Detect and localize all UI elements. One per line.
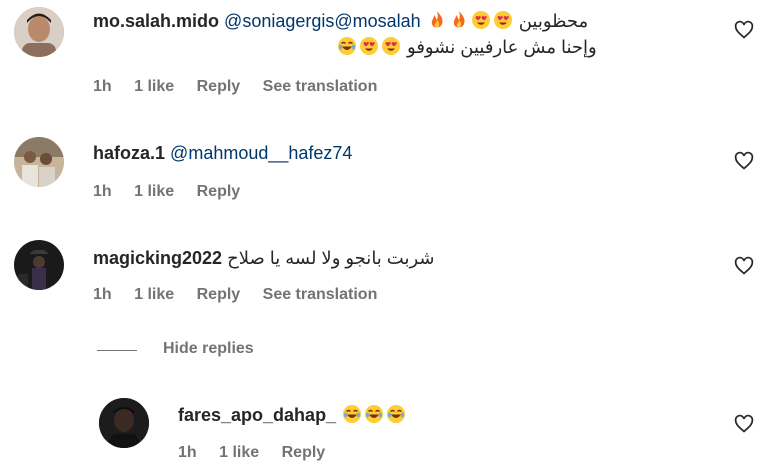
comment-text-line2: وإحنا مش عارفيين نشوفو (407, 37, 597, 57)
like-heart-icon[interactable] (734, 414, 754, 434)
fire-emoji (431, 11, 443, 28)
heart-eyes-emoji (471, 11, 490, 29)
comment-likes[interactable]: 1 like (219, 444, 259, 461)
comment-likes[interactable]: 1 like (134, 286, 174, 303)
avatar-image (14, 7, 64, 57)
avatar-image (14, 137, 64, 187)
comment-mentions[interactable]: @soniagergis@mosalah (224, 11, 421, 31)
avatar[interactable] (14, 137, 64, 187)
avatar[interactable] (14, 7, 64, 57)
comment-meta: 1h 1 like Reply (178, 444, 343, 462)
laughing-emoji (343, 405, 362, 423)
comment-meta: 1h 1 like Reply (93, 183, 258, 201)
like-heart-icon[interactable] (734, 151, 754, 171)
like-heart-icon[interactable] (734, 20, 754, 40)
heart-eyes-emoji (382, 37, 400, 55)
avatar[interactable] (99, 398, 149, 448)
comment-username[interactable]: mo.salah.mido (93, 11, 219, 31)
comment-text: محظوبين (518, 11, 589, 31)
avatar-image (14, 240, 64, 290)
laughing-emoji (387, 405, 406, 423)
heart-eyes-emoji (493, 11, 512, 29)
comment-likes[interactable]: 1 like (134, 183, 174, 200)
comment-time: 1h (93, 286, 112, 303)
see-translation-button[interactable]: See translation (263, 286, 378, 303)
avatar[interactable] (14, 240, 64, 290)
see-translation-button[interactable]: See translation (263, 78, 378, 95)
heart-eyes-emoji (360, 37, 378, 55)
avatar-image (99, 398, 149, 448)
comment-mentions[interactable]: @mahmoud__hafez74 (170, 143, 352, 163)
comment-username[interactable]: magicking2022 (93, 248, 222, 268)
comment-meta: 1h 1 like Reply See translation (93, 78, 395, 96)
hide-replies-button[interactable]: Hide replies (163, 340, 254, 358)
comment-username[interactable]: fares_apo_dahap_ (178, 405, 336, 425)
reply-button[interactable]: Reply (197, 286, 241, 303)
laughing-emoji (338, 37, 356, 55)
comment-time: 1h (93, 183, 112, 200)
fire-emoji (453, 11, 465, 28)
reply-button[interactable]: Reply (282, 444, 326, 461)
comment-likes[interactable]: 1 like (134, 78, 174, 95)
comment-time: 1h (178, 444, 197, 461)
comment-meta: 1h 1 like Reply See translation (93, 286, 395, 304)
comment-text: شربت بانجو ولا لسه يا صلاح (227, 248, 435, 268)
like-heart-icon[interactable] (734, 256, 754, 276)
reply-button[interactable]: Reply (197, 78, 241, 95)
comment-time: 1h (93, 78, 112, 95)
laughing-emoji (365, 405, 384, 423)
comment-username[interactable]: hafoza.1 (93, 143, 165, 163)
hide-replies-line (97, 350, 137, 351)
reply-button[interactable]: Reply (197, 183, 241, 200)
